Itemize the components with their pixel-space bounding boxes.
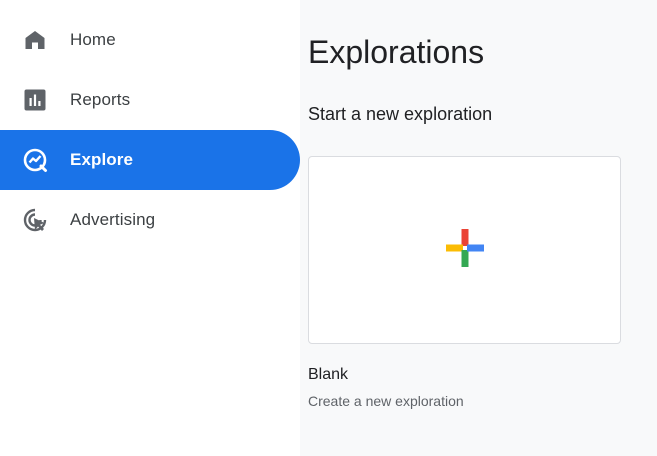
sidebar-item-label: Reports bbox=[70, 90, 131, 109]
bar-chart-icon bbox=[22, 87, 48, 113]
explore-icon bbox=[22, 147, 48, 173]
card-description: Create a new exploration bbox=[308, 393, 464, 409]
plus-icon bbox=[444, 227, 486, 274]
sidebar-item-label: Explore bbox=[70, 150, 134, 169]
sidebar-item-home[interactable]: Home bbox=[0, 10, 300, 70]
sidebar-item-advertising[interactable]: Advertising bbox=[0, 190, 300, 250]
sidebar-item-label: Advertising bbox=[70, 210, 156, 229]
sidebar-item-explore[interactable]: Explore bbox=[0, 130, 300, 190]
section-heading: Start a new exploration bbox=[308, 104, 493, 124]
card-title: Blank bbox=[308, 366, 349, 383]
advertising-icon bbox=[22, 207, 48, 233]
sidebar: Home Reports Explore Advertising bbox=[0, 0, 300, 456]
main-content: Explorations Start a new exploration Bla… bbox=[300, 0, 657, 456]
sidebar-item-label: Home bbox=[70, 30, 116, 49]
sidebar-item-reports[interactable]: Reports bbox=[0, 70, 300, 130]
home-icon bbox=[22, 27, 48, 53]
page-title: Explorations bbox=[308, 34, 485, 70]
blank-exploration-card[interactable] bbox=[308, 156, 621, 344]
app-window: Home Reports Explore Advertising Explora… bbox=[0, 0, 657, 456]
